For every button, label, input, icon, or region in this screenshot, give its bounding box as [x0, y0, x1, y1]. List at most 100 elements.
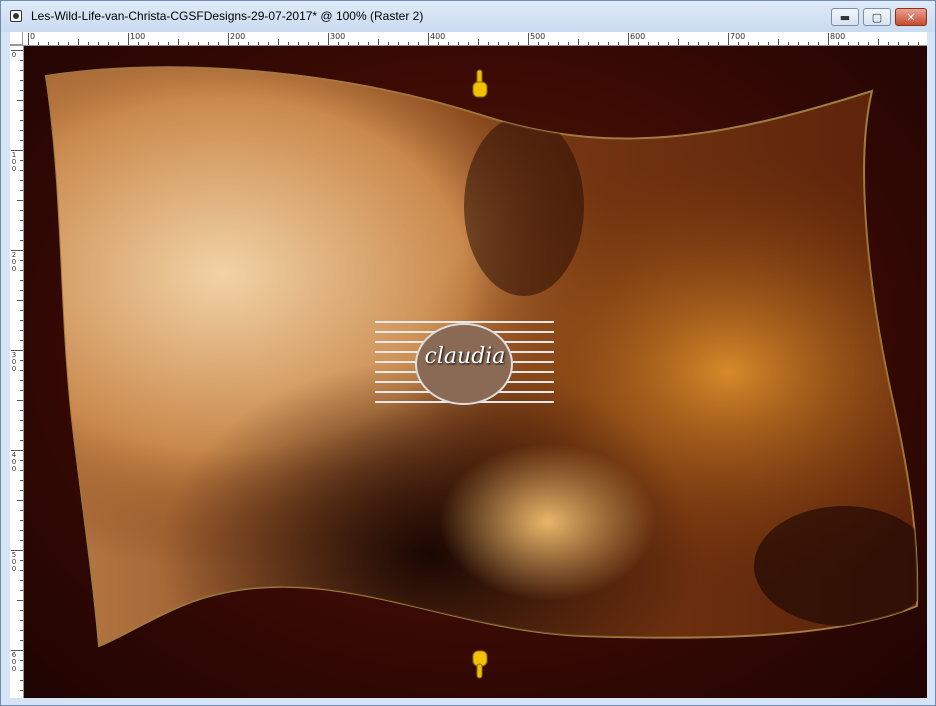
ruler-tick: [668, 42, 669, 45]
ruler-tick: [20, 470, 23, 471]
ruler-tick: [278, 39, 279, 45]
ruler-tick: [20, 220, 23, 221]
ruler-tick: [628, 33, 629, 45]
ruler-label: 1 0 0: [11, 151, 17, 173]
ruler-tick: [20, 340, 23, 341]
ruler-tick: [20, 120, 23, 121]
ruler-tick: [748, 42, 749, 45]
ruler-tick: [858, 42, 859, 45]
ruler-tick: [438, 42, 439, 45]
ruler-tick: [838, 42, 839, 45]
image-canvas[interactable]: claudia: [24, 46, 927, 698]
ruler-tick: [688, 42, 689, 45]
ruler-tick: [20, 410, 23, 411]
ruler-tick: [20, 90, 23, 91]
ruler-tick: [138, 42, 139, 45]
ruler-tick: [518, 42, 519, 45]
ruler-tick: [488, 42, 489, 45]
ruler-tick: [788, 42, 789, 45]
ruler-tick: [528, 33, 529, 45]
ruler-label: 500: [530, 32, 546, 41]
ruler-tick: [20, 510, 23, 511]
ruler-tick: [20, 430, 23, 431]
ruler-tick: [738, 42, 739, 45]
ruler-tick: [348, 42, 349, 45]
ruler-tick: [20, 380, 23, 381]
ruler-tick: [88, 42, 89, 45]
pointing-hand-down-icon: [470, 648, 490, 684]
ruler-tick: [898, 42, 899, 45]
ruler-tick: [708, 42, 709, 45]
minimize-button[interactable]: ▬: [831, 8, 859, 26]
ruler-tick: [178, 39, 179, 45]
ruler-tick: [308, 42, 309, 45]
ruler-tick: [128, 33, 129, 45]
vertical-ruler[interactable]: 0 1 0 0 2 0 0 3 0 0 4 0 0 5 0 0 6 0 0: [10, 46, 24, 698]
ruler-tick: [20, 140, 23, 141]
ruler-tick: [548, 42, 549, 45]
ruler-tick: [168, 42, 169, 45]
ruler-tick: [188, 42, 189, 45]
ruler-tick: [498, 42, 499, 45]
ruler-label: 200: [230, 32, 246, 41]
ruler-tick: [328, 33, 329, 45]
ruler-tick: [768, 42, 769, 45]
ruler-tick: [20, 520, 23, 521]
ruler-label: 100: [130, 32, 146, 41]
ruler-tick: [20, 170, 23, 171]
ruler-tick: [288, 42, 289, 45]
horizontal-ruler[interactable]: 0 100 200 300 400 500 600 700 800: [10, 32, 927, 46]
ruler-label: 700: [730, 32, 746, 41]
ruler-tick: [20, 110, 23, 111]
ruler-tick: [20, 290, 23, 291]
maximize-button[interactable]: ▢: [863, 8, 891, 26]
ruler-tick: [828, 33, 829, 45]
ruler-tick: [888, 42, 889, 45]
ruler-tick: [28, 33, 29, 45]
ruler-label: 0: [30, 32, 36, 41]
ruler-tick: [538, 42, 539, 45]
ruler-tick: [20, 270, 23, 271]
ruler-label: 5 0 0: [11, 551, 17, 573]
ruler-tick: [678, 39, 679, 45]
ruler-tick: [20, 280, 23, 281]
ruler-tick: [17, 600, 23, 601]
ruler-tick: [558, 42, 559, 45]
ruler-tick: [38, 42, 39, 45]
ruler-tick: [118, 42, 119, 45]
ruler-label: 3 0 0: [11, 351, 17, 373]
ruler-tick: [318, 42, 319, 45]
ruler-tick: [248, 42, 249, 45]
ruler-tick: [458, 42, 459, 45]
ruler-tick: [398, 42, 399, 45]
close-button[interactable]: ✕: [895, 8, 927, 26]
ruler-tick: [20, 660, 23, 661]
ruler-tick: [428, 33, 429, 45]
ruler-tick: [20, 360, 23, 361]
ruler-tick: [20, 70, 23, 71]
ruler-tick: [608, 42, 609, 45]
ruler-tick: [20, 240, 23, 241]
ruler-label: 300: [330, 32, 346, 41]
ruler-tick: [718, 42, 719, 45]
ruler-tick: [20, 490, 23, 491]
ruler-tick: [408, 42, 409, 45]
ruler-tick: [878, 39, 879, 45]
ruler-tick: [20, 190, 23, 191]
title-bar[interactable]: Les-Wild-Life-van-Christa-CGSFDesigns-29…: [1, 1, 935, 32]
ruler-tick: [20, 460, 23, 461]
ruler-tick: [158, 42, 159, 45]
app-icon[interactable]: [10, 10, 22, 22]
ruler-tick: [17, 100, 23, 101]
ruler-tick: [68, 42, 69, 45]
ruler-tick: [20, 530, 23, 531]
ruler-label: 6 0 0: [11, 651, 17, 673]
ruler-tick: [20, 80, 23, 81]
ruler-tick: [338, 42, 339, 45]
ruler-tick: [20, 620, 23, 621]
ruler-tick: [17, 400, 23, 401]
ruler-tick: [20, 680, 23, 681]
ruler-tick: [218, 42, 219, 45]
ruler-tick: [20, 420, 23, 421]
ruler-label: 2 0 0: [11, 251, 17, 273]
